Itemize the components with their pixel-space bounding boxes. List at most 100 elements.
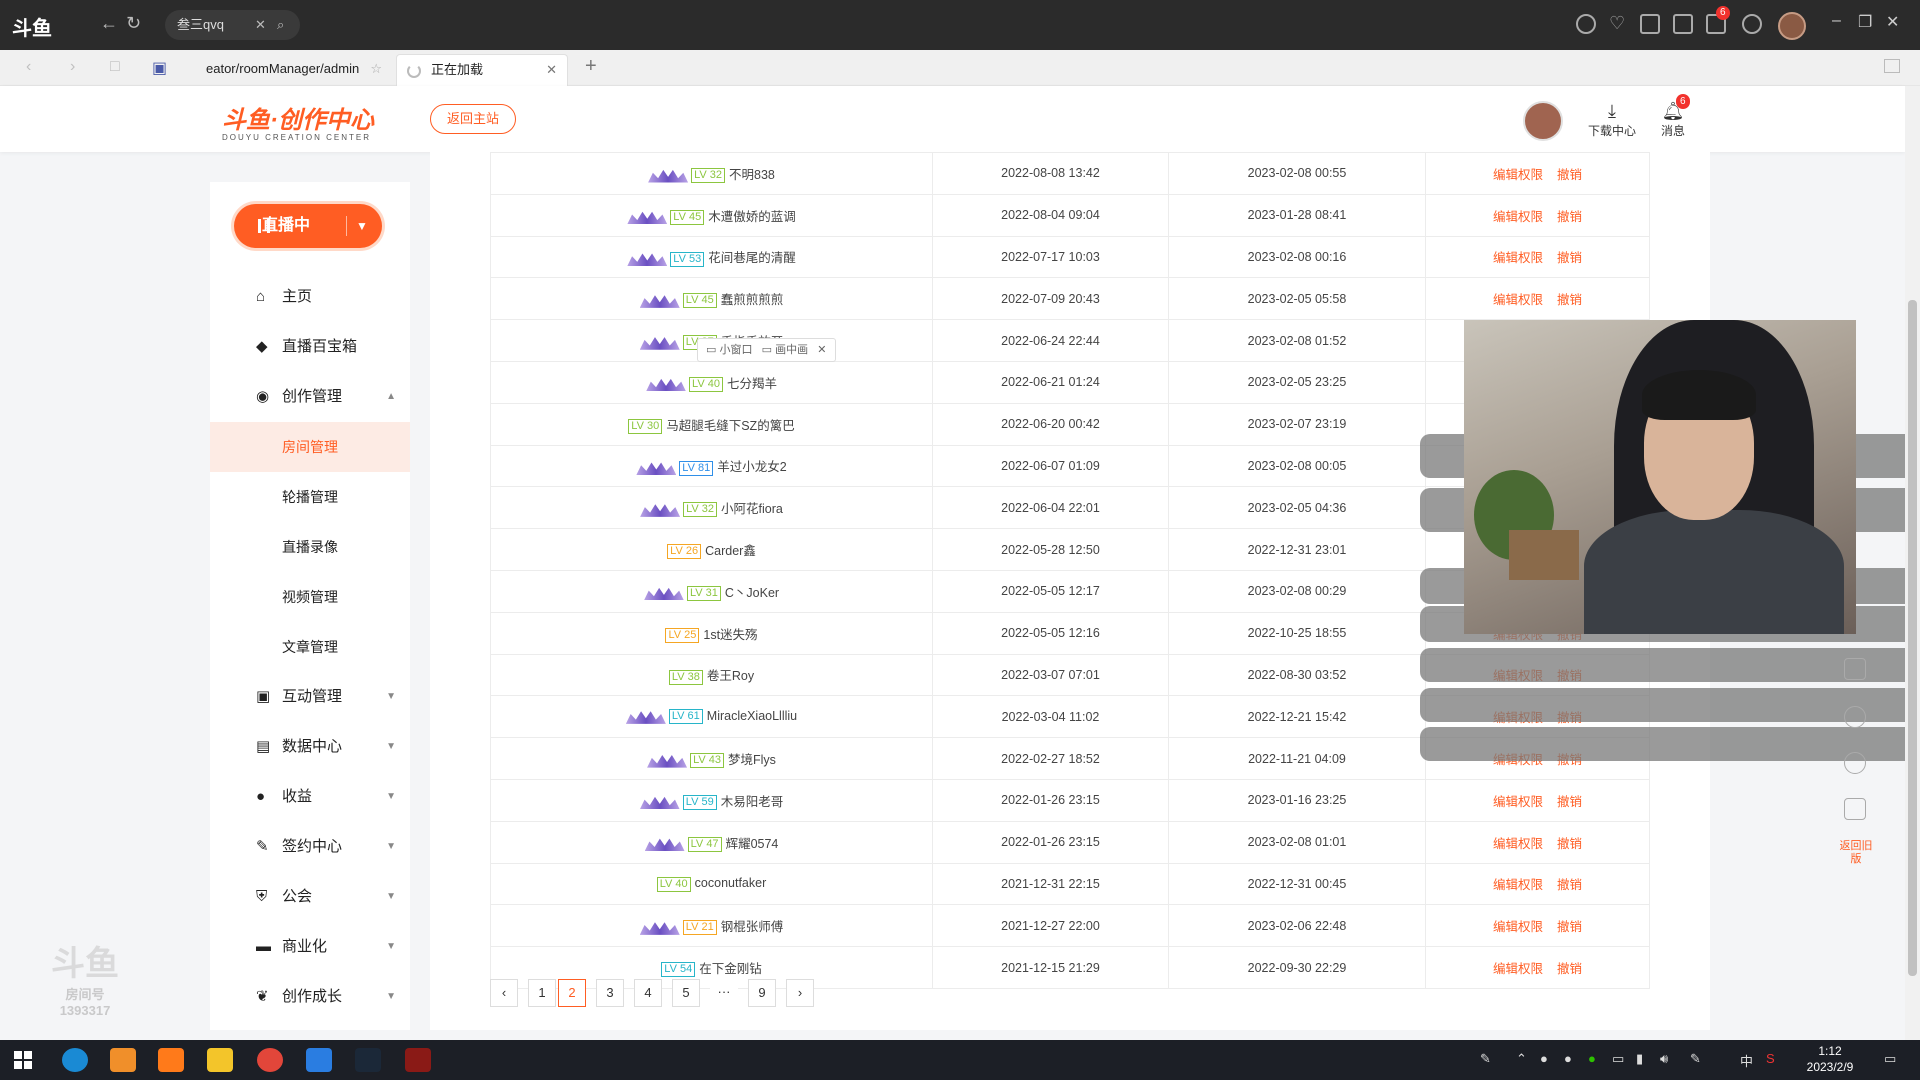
return-old-version-link[interactable]: 返回旧版 xyxy=(1836,840,1876,866)
scrollbar[interactable] xyxy=(1905,86,1920,1040)
sidebar-item-revenue[interactable]: ● 收益 ▼ xyxy=(210,772,410,822)
revoke-link[interactable]: 撤销 xyxy=(1557,920,1582,934)
page-9-button[interactable]: 9 xyxy=(748,979,776,1007)
wechat-icon[interactable]: ● xyxy=(1588,1051,1596,1066)
revoke-link[interactable]: 撤销 xyxy=(1557,878,1582,892)
page-1-button[interactable]: 1 xyxy=(528,979,556,1007)
network-icon[interactable]: ▭ xyxy=(1612,1051,1624,1067)
minimize-icon[interactable]: – xyxy=(1832,12,1841,30)
pip-close-icon[interactable]: ✕ xyxy=(817,344,826,356)
tray-app-icon[interactable]: ● xyxy=(1564,1051,1572,1066)
skin-icon[interactable] xyxy=(1673,14,1693,34)
notification-icon[interactable]: ▭ xyxy=(1884,1051,1896,1067)
edit-permission-link[interactable]: 编辑权限 xyxy=(1493,168,1543,182)
page-4-button[interactable]: 4 xyxy=(634,979,662,1007)
close-icon[interactable]: ✕ xyxy=(1886,12,1899,32)
tab-close-icon[interactable]: ✕ xyxy=(546,55,557,85)
download-center-button[interactable]: ⤓ 下载中心 xyxy=(1587,100,1637,139)
search-icon[interactable]: ⌕ xyxy=(277,10,284,40)
back-icon[interactable]: ← xyxy=(100,13,118,34)
edit-permission-link[interactable]: 编辑权限 xyxy=(1493,837,1543,851)
sidebar-item-recordings[interactable]: 直播录像 xyxy=(210,522,410,572)
page-3-button[interactable]: 3 xyxy=(596,979,624,1007)
prev-page-button[interactable]: ‹ xyxy=(490,979,518,1007)
message-button[interactable]: 🔔︎ 消息 xyxy=(1648,100,1698,139)
sidebar-item-videos[interactable]: 视频管理 xyxy=(210,572,410,622)
picture-in-picture-button[interactable]: 画中画 xyxy=(775,344,808,356)
edge-icon[interactable] xyxy=(62,1048,88,1072)
edit-permission-link[interactable]: 编辑权限 xyxy=(1493,962,1543,976)
clear-icon[interactable]: ✕ xyxy=(255,10,266,40)
webcam-overlay[interactable] xyxy=(1464,320,1856,634)
scrollbar-thumb[interactable] xyxy=(1908,300,1917,976)
sidebar-item-treasure-box[interactable]: ◆ 直播百宝箱 xyxy=(210,322,410,372)
edit-permission-link[interactable]: 编辑权限 xyxy=(1493,878,1543,892)
history-icon[interactable] xyxy=(1576,14,1596,34)
pen-icon[interactable]: ✎ xyxy=(1690,1051,1701,1067)
search-input[interactable]: 叁三qvq ✕ ⌕ xyxy=(165,10,300,40)
sidebar-item-contract[interactable]: ✎ 签约中心 ▼ xyxy=(210,822,410,872)
sidebar-item-carousel[interactable]: 轮播管理 xyxy=(210,472,410,522)
live-status-button[interactable]: 直播中 ▼ xyxy=(234,204,382,248)
tab-loading[interactable]: 正在加载 ✕ xyxy=(396,54,568,86)
revoke-link[interactable]: 撤销 xyxy=(1557,837,1582,851)
sidebar-toggle-icon[interactable] xyxy=(1884,59,1900,73)
owl-app-icon[interactable] xyxy=(207,1048,233,1072)
back-to-main-button[interactable]: 返回主站 xyxy=(430,104,516,134)
revoke-link[interactable]: 撤销 xyxy=(1557,251,1582,265)
nav-back-icon[interactable]: ‹ xyxy=(26,58,31,76)
monitor-icon[interactable] xyxy=(1844,798,1866,820)
sidebar-item-room-manager[interactable]: 房间管理 xyxy=(210,422,410,472)
douyu-app-icon[interactable] xyxy=(110,1048,136,1072)
revoke-link[interactable]: 撤销 xyxy=(1557,168,1582,182)
ime-tool-icon[interactable]: ✎ xyxy=(1480,1051,1491,1067)
steam-icon[interactable] xyxy=(355,1048,381,1072)
tasks-icon[interactable] xyxy=(1640,14,1660,34)
revoke-link[interactable]: 撤销 xyxy=(1557,962,1582,976)
microphone-icon[interactable]: ▮ xyxy=(1636,1051,1643,1067)
page-2-button[interactable]: 2 xyxy=(558,979,586,1007)
screenshot-icon[interactable]: ▣ xyxy=(152,58,167,78)
sidebar-item-articles[interactable]: 文章管理 xyxy=(210,622,410,672)
chevron-down-icon[interactable]: ▼ xyxy=(356,204,368,248)
edit-permission-link[interactable]: 编辑权限 xyxy=(1493,293,1543,307)
small-window-button[interactable]: 小窗口 xyxy=(719,344,752,356)
maximize-icon[interactable]: ❐ xyxy=(1858,12,1872,32)
nav-forward-icon[interactable]: › xyxy=(70,58,75,76)
chrome-icon[interactable] xyxy=(257,1048,283,1072)
revoke-link[interactable]: 撤销 xyxy=(1557,795,1582,809)
sidebar-item-growth[interactable]: ❦ 创作成长 ▼ xyxy=(210,972,410,1022)
kook-icon[interactable] xyxy=(306,1048,332,1072)
settings-icon[interactable] xyxy=(1742,14,1762,34)
sidebar-item-guild[interactable]: ⛨ 公会 ▼ xyxy=(210,872,410,922)
tray-steam-icon[interactable]: ● xyxy=(1540,1051,1548,1066)
dota-icon[interactable] xyxy=(405,1048,431,1072)
brand-logo[interactable]: 斗鱼·创作中心 DOUYU CREATION CENTER xyxy=(222,100,374,142)
windows-start-icon[interactable] xyxy=(14,1051,32,1069)
taskbar-clock[interactable]: 1:12 2023/2/9 xyxy=(1798,1043,1862,1075)
next-page-button[interactable]: › xyxy=(786,979,814,1007)
help-icon[interactable] xyxy=(1844,706,1866,728)
nav-home-icon[interactable]: □ xyxy=(110,58,120,76)
headset-icon[interactable] xyxy=(1844,752,1866,774)
new-tab-icon[interactable]: + xyxy=(585,55,597,78)
avatar[interactable] xyxy=(1778,12,1806,40)
refresh-icon[interactable]: ↻ xyxy=(126,13,141,34)
sogou-icon[interactable]: S xyxy=(1766,1051,1775,1066)
star-icon[interactable]: ☆ xyxy=(370,54,382,84)
tray-expand-icon[interactable]: ⌃ xyxy=(1516,1051,1527,1067)
sidebar-item-interaction[interactable]: ▣ 互动管理 ▼ xyxy=(210,672,410,722)
douyu-app-2-icon[interactable] xyxy=(158,1048,184,1072)
ime-indicator[interactable]: 中 xyxy=(1740,1051,1753,1070)
revoke-link[interactable]: 撤销 xyxy=(1557,210,1582,224)
edit-permission-link[interactable]: 编辑权限 xyxy=(1493,795,1543,809)
sidebar-item-creation[interactable]: ◉ 创作管理 ▲ xyxy=(210,372,410,422)
favorites-icon[interactable]: ♡ xyxy=(1609,13,1625,34)
edit-permission-link[interactable]: 编辑权限 xyxy=(1493,920,1543,934)
tab-room-manager[interactable]: eator/roomManager/admin ☆ xyxy=(196,54,386,86)
edit-permission-link[interactable]: 编辑权限 xyxy=(1493,210,1543,224)
video-icon[interactable] xyxy=(1844,658,1866,680)
revoke-link[interactable]: 撤销 xyxy=(1557,293,1582,307)
sidebar-item-commerce[interactable]: ▬ 商业化 ▼ xyxy=(210,922,410,972)
page-5-button[interactable]: 5 xyxy=(672,979,700,1007)
